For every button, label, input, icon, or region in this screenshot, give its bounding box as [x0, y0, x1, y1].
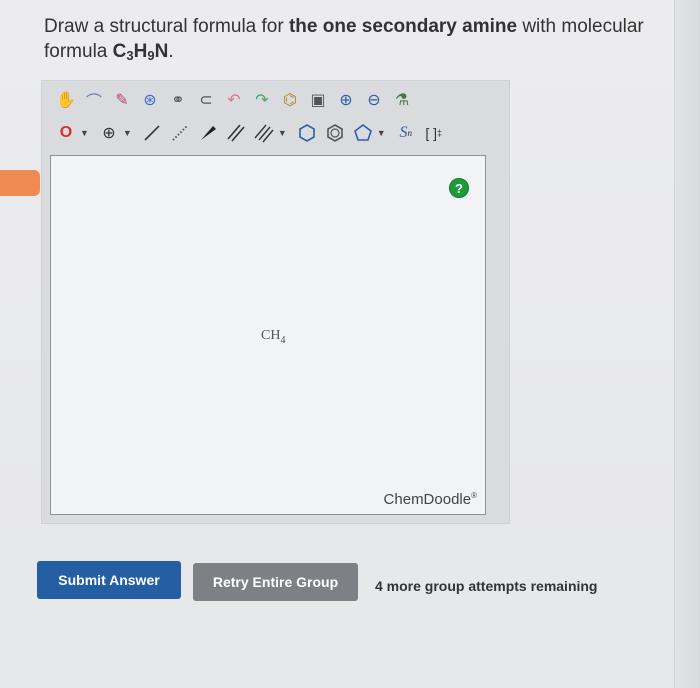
atom-oxygen-button[interactable]: O: [54, 121, 78, 145]
submit-answer-button[interactable]: Submit Answer: [37, 561, 181, 599]
triple-bond-icon: [254, 124, 274, 143]
attempts-remaining: 4 more group attempts remaining: [375, 578, 598, 594]
question-emphasis: the one secondary amine: [288, 16, 518, 37]
copy-button[interactable]: ⚭: [166, 88, 190, 112]
redo-button[interactable]: ↷: [250, 88, 274, 112]
dashed-bond-button[interactable]: [168, 121, 192, 145]
chemdoodle-sketcher: ✋ ⌒ ✎ ⊛ ⚭ ⊂ ↶ ↷ ⌬ ▣ ⊕ ⊖ ⚗ O ▼ ⊕ ▼ ▼ ▼ S …: [41, 80, 510, 524]
dashed-bond-icon: [172, 125, 188, 141]
hexagon-icon: [298, 124, 315, 142]
side-tab[interactable]: [0, 170, 40, 196]
chevron-down-icon[interactable]: ▼: [278, 128, 287, 138]
paste-button[interactable]: ⊂: [194, 88, 218, 112]
single-bond-button[interactable]: [140, 121, 164, 145]
chemdoodle-logo: ChemDoodle®: [383, 491, 477, 508]
clear-icon: ▣: [310, 92, 326, 109]
zoom-out-icon: ⊖: [367, 92, 381, 109]
ring-cyclopentane-button[interactable]: [351, 121, 375, 145]
page: Draw a structural formula for the one se…: [0, 0, 700, 688]
question-prefix: Draw a structural formula for: [44, 16, 289, 37]
chevron-down-icon[interactable]: ▼: [123, 128, 132, 138]
template-icon: ⌬: [283, 92, 297, 109]
redo-icon: ↷: [255, 92, 269, 109]
hand-button[interactable]: ✋: [54, 88, 78, 112]
center-button[interactable]: ⊛: [138, 88, 162, 112]
window-edge: [674, 0, 700, 688]
clear-button[interactable]: ▣: [306, 88, 330, 112]
drawing-canvas[interactable]: ? CH4 ChemDoodle®: [50, 155, 486, 515]
zoom-in-icon: ⊕: [339, 92, 353, 109]
pentagon-icon: [353, 124, 372, 141]
zoom-in-button[interactable]: ⊕: [334, 88, 358, 112]
charge-plus-button[interactable]: ⊕: [97, 121, 121, 145]
chevron-down-icon[interactable]: ▼: [377, 128, 386, 138]
zoom-out-button[interactable]: ⊖: [362, 88, 386, 112]
question-text: Draw a structural formula for the one se…: [44, 16, 644, 63]
undo-button[interactable]: ↶: [222, 88, 246, 112]
eraser-icon: ✎: [115, 92, 129, 109]
toolbar-row-2: O ▼ ⊕ ▼ ▼ ▼ S n [] ‡: [54, 118, 446, 148]
chevron-down-icon[interactable]: ▼: [80, 128, 89, 138]
methane-molecule[interactable]: CH4: [261, 328, 285, 346]
sgroup-button[interactable]: Sn: [394, 121, 418, 145]
copy-icon: ⚭: [171, 92, 185, 109]
wedge-bond-button[interactable]: [196, 121, 220, 145]
ring-benzene-button[interactable]: [323, 121, 347, 145]
toolbar-row-1: ✋ ⌒ ✎ ⊛ ⚭ ⊂ ↶ ↷ ⌬ ▣ ⊕ ⊖ ⚗: [54, 85, 414, 115]
molecular-formula: C3H9N: [112, 41, 169, 63]
bracket-button[interactable]: [ ] ‡: [422, 121, 446, 145]
lasso-button[interactable]: ⌒: [82, 88, 106, 112]
double-bond-icon: [227, 124, 245, 142]
clean-icon: ⚗: [394, 92, 410, 109]
benzene-icon: [326, 124, 343, 142]
lasso-icon: ⌒: [85, 94, 102, 111]
wedge-bond-icon: [200, 126, 216, 140]
center-icon: ⊛: [143, 92, 157, 109]
paste-icon: ⊂: [199, 92, 213, 109]
double-bond-button[interactable]: [224, 121, 248, 145]
retry-group-button[interactable]: Retry Entire Group: [193, 563, 358, 601]
clean-button[interactable]: ⚗: [390, 88, 414, 112]
ring-cyclohexane-button[interactable]: [295, 121, 319, 145]
undo-icon: ↶: [227, 92, 241, 109]
single-bond-icon: [144, 125, 160, 141]
eraser-button[interactable]: ✎: [110, 88, 134, 112]
template-button[interactable]: ⌬: [278, 88, 302, 112]
help-button[interactable]: ?: [449, 178, 469, 198]
hand-icon: ✋: [56, 92, 76, 109]
triple-bond-button[interactable]: [252, 121, 276, 145]
